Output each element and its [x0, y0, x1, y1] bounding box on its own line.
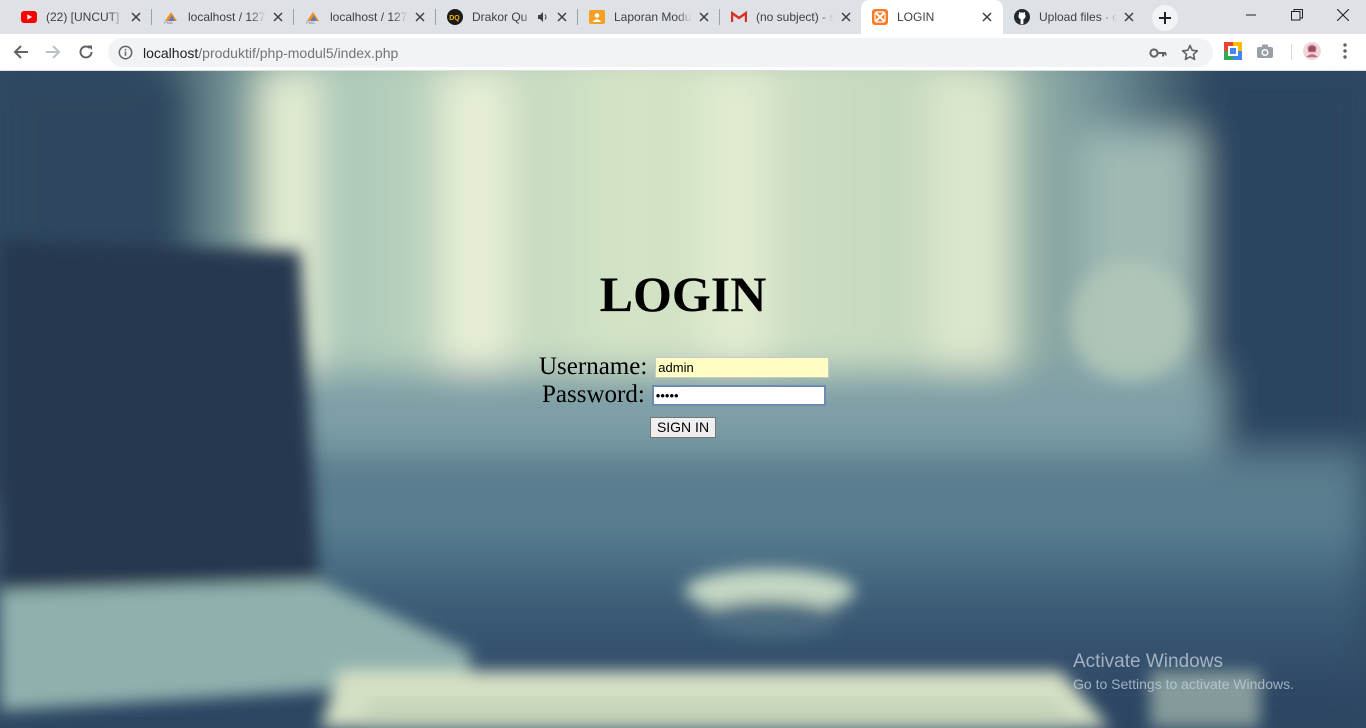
speaker-icon[interactable]	[536, 10, 550, 24]
arrow-left-icon	[13, 45, 28, 59]
page-viewport: LOGIN Username: Password: SIGN IN Activa…	[0, 71, 1366, 728]
info-icon[interactable]	[118, 45, 133, 60]
tab-close-icon[interactable]	[270, 9, 286, 25]
tab-title: Laporan Modu	[614, 10, 692, 24]
minimize-icon	[1246, 14, 1256, 16]
gmail-icon	[731, 9, 747, 25]
restore-icon	[1291, 9, 1303, 21]
address-bar[interactable]: localhost/produktif/php-modul5/index.php	[108, 38, 1213, 67]
minimize-button[interactable]	[1228, 0, 1274, 30]
browser-toolbar: localhost/produktif/php-modul5/index.php	[0, 34, 1366, 71]
tab-close-icon[interactable]	[128, 9, 144, 25]
tab-github[interactable]: Upload files · c	[1003, 0, 1145, 34]
tab-drakor[interactable]: DQ Drakor Qu	[436, 0, 578, 34]
xampp-icon	[872, 9, 888, 25]
tab-title: Drakor Qu	[472, 10, 528, 24]
tab-youtube[interactable]: (22) [UNCUT] 7	[10, 0, 152, 34]
tab-title: localhost / 127	[188, 10, 266, 24]
plus-icon	[1159, 12, 1171, 24]
password-field[interactable]	[651, 384, 826, 406]
back-button[interactable]	[7, 38, 35, 66]
username-row: Username:	[539, 353, 830, 381]
tab-strip: (22) [UNCUT] 7 PMA localhost / 127 PMA l…	[0, 0, 1366, 34]
key-icon[interactable]	[1149, 45, 1167, 61]
tab-login[interactable]: LOGIN	[861, 0, 1003, 34]
url-path: /produktif/php-modul5/index.php	[198, 45, 399, 61]
window-close-button[interactable]	[1320, 0, 1366, 30]
svg-text:PMA: PMA	[306, 20, 315, 24]
watermark-subtitle: Go to Settings to activate Windows.	[1073, 676, 1294, 692]
tab-title: (no subject) - s	[756, 10, 834, 24]
kebab-menu-icon	[1343, 43, 1347, 59]
tab-close-icon[interactable]	[412, 9, 428, 25]
tab-title: localhost / 127	[330, 10, 408, 24]
github-icon	[1014, 9, 1030, 25]
restore-button[interactable]	[1274, 0, 1320, 30]
url-host: localhost	[143, 45, 199, 61]
svg-text:DQ: DQ	[449, 15, 460, 22]
toolbar-divider	[1291, 44, 1292, 60]
youtube-icon	[21, 9, 37, 25]
tab-title: Upload files · c	[1039, 10, 1117, 24]
tab-title: (22) [UNCUT] 7	[46, 10, 124, 24]
svg-text:PMA: PMA	[164, 20, 173, 24]
profile-avatar[interactable]	[1303, 42, 1321, 60]
tab-phpmyadmin-2[interactable]: PMA localhost / 127	[294, 0, 436, 34]
username-field[interactable]	[655, 356, 830, 378]
camera-icon[interactable]	[1256, 42, 1274, 60]
forward-button[interactable]	[39, 38, 67, 66]
tab-close-icon[interactable]	[838, 9, 854, 25]
star-icon[interactable]	[1181, 44, 1199, 62]
phpmyadmin-icon: PMA	[305, 9, 321, 25]
reload-icon	[79, 45, 93, 59]
tab-title: LOGIN	[897, 10, 935, 24]
tab-gmail[interactable]: (no subject) - s	[720, 0, 862, 34]
arrow-right-icon	[46, 45, 61, 59]
sign-in-button[interactable]: SIGN IN	[650, 417, 716, 438]
tab-close-icon[interactable]	[696, 9, 712, 25]
phpmyadmin-icon: PMA	[163, 9, 179, 25]
tab-close-icon[interactable]	[554, 9, 570, 25]
reload-button[interactable]	[72, 38, 100, 66]
url-text: localhost/produktif/php-modul5/index.php	[143, 45, 398, 61]
tab-close-icon[interactable]	[1121, 9, 1137, 25]
tab-laporan[interactable]: Laporan Modu	[578, 0, 720, 34]
drakor-icon: DQ	[447, 9, 463, 25]
close-icon	[1337, 9, 1349, 21]
password-row: Password:	[542, 381, 826, 409]
activate-windows-watermark: Activate Windows Go to Settings to activ…	[1073, 651, 1294, 692]
new-tab-button[interactable]	[1152, 5, 1178, 31]
tab-phpmyadmin-1[interactable]: PMA localhost / 127	[152, 0, 294, 34]
tab-close-icon[interactable]	[979, 9, 995, 25]
username-label: Username:	[539, 353, 648, 380]
password-label: Password:	[542, 381, 645, 408]
menu-button[interactable]	[1336, 42, 1354, 60]
google-classroom-icon	[589, 9, 605, 25]
page-title: LOGIN	[599, 266, 767, 322]
watermark-title: Activate Windows	[1073, 651, 1223, 672]
translate-extension-icon[interactable]	[1224, 42, 1242, 60]
